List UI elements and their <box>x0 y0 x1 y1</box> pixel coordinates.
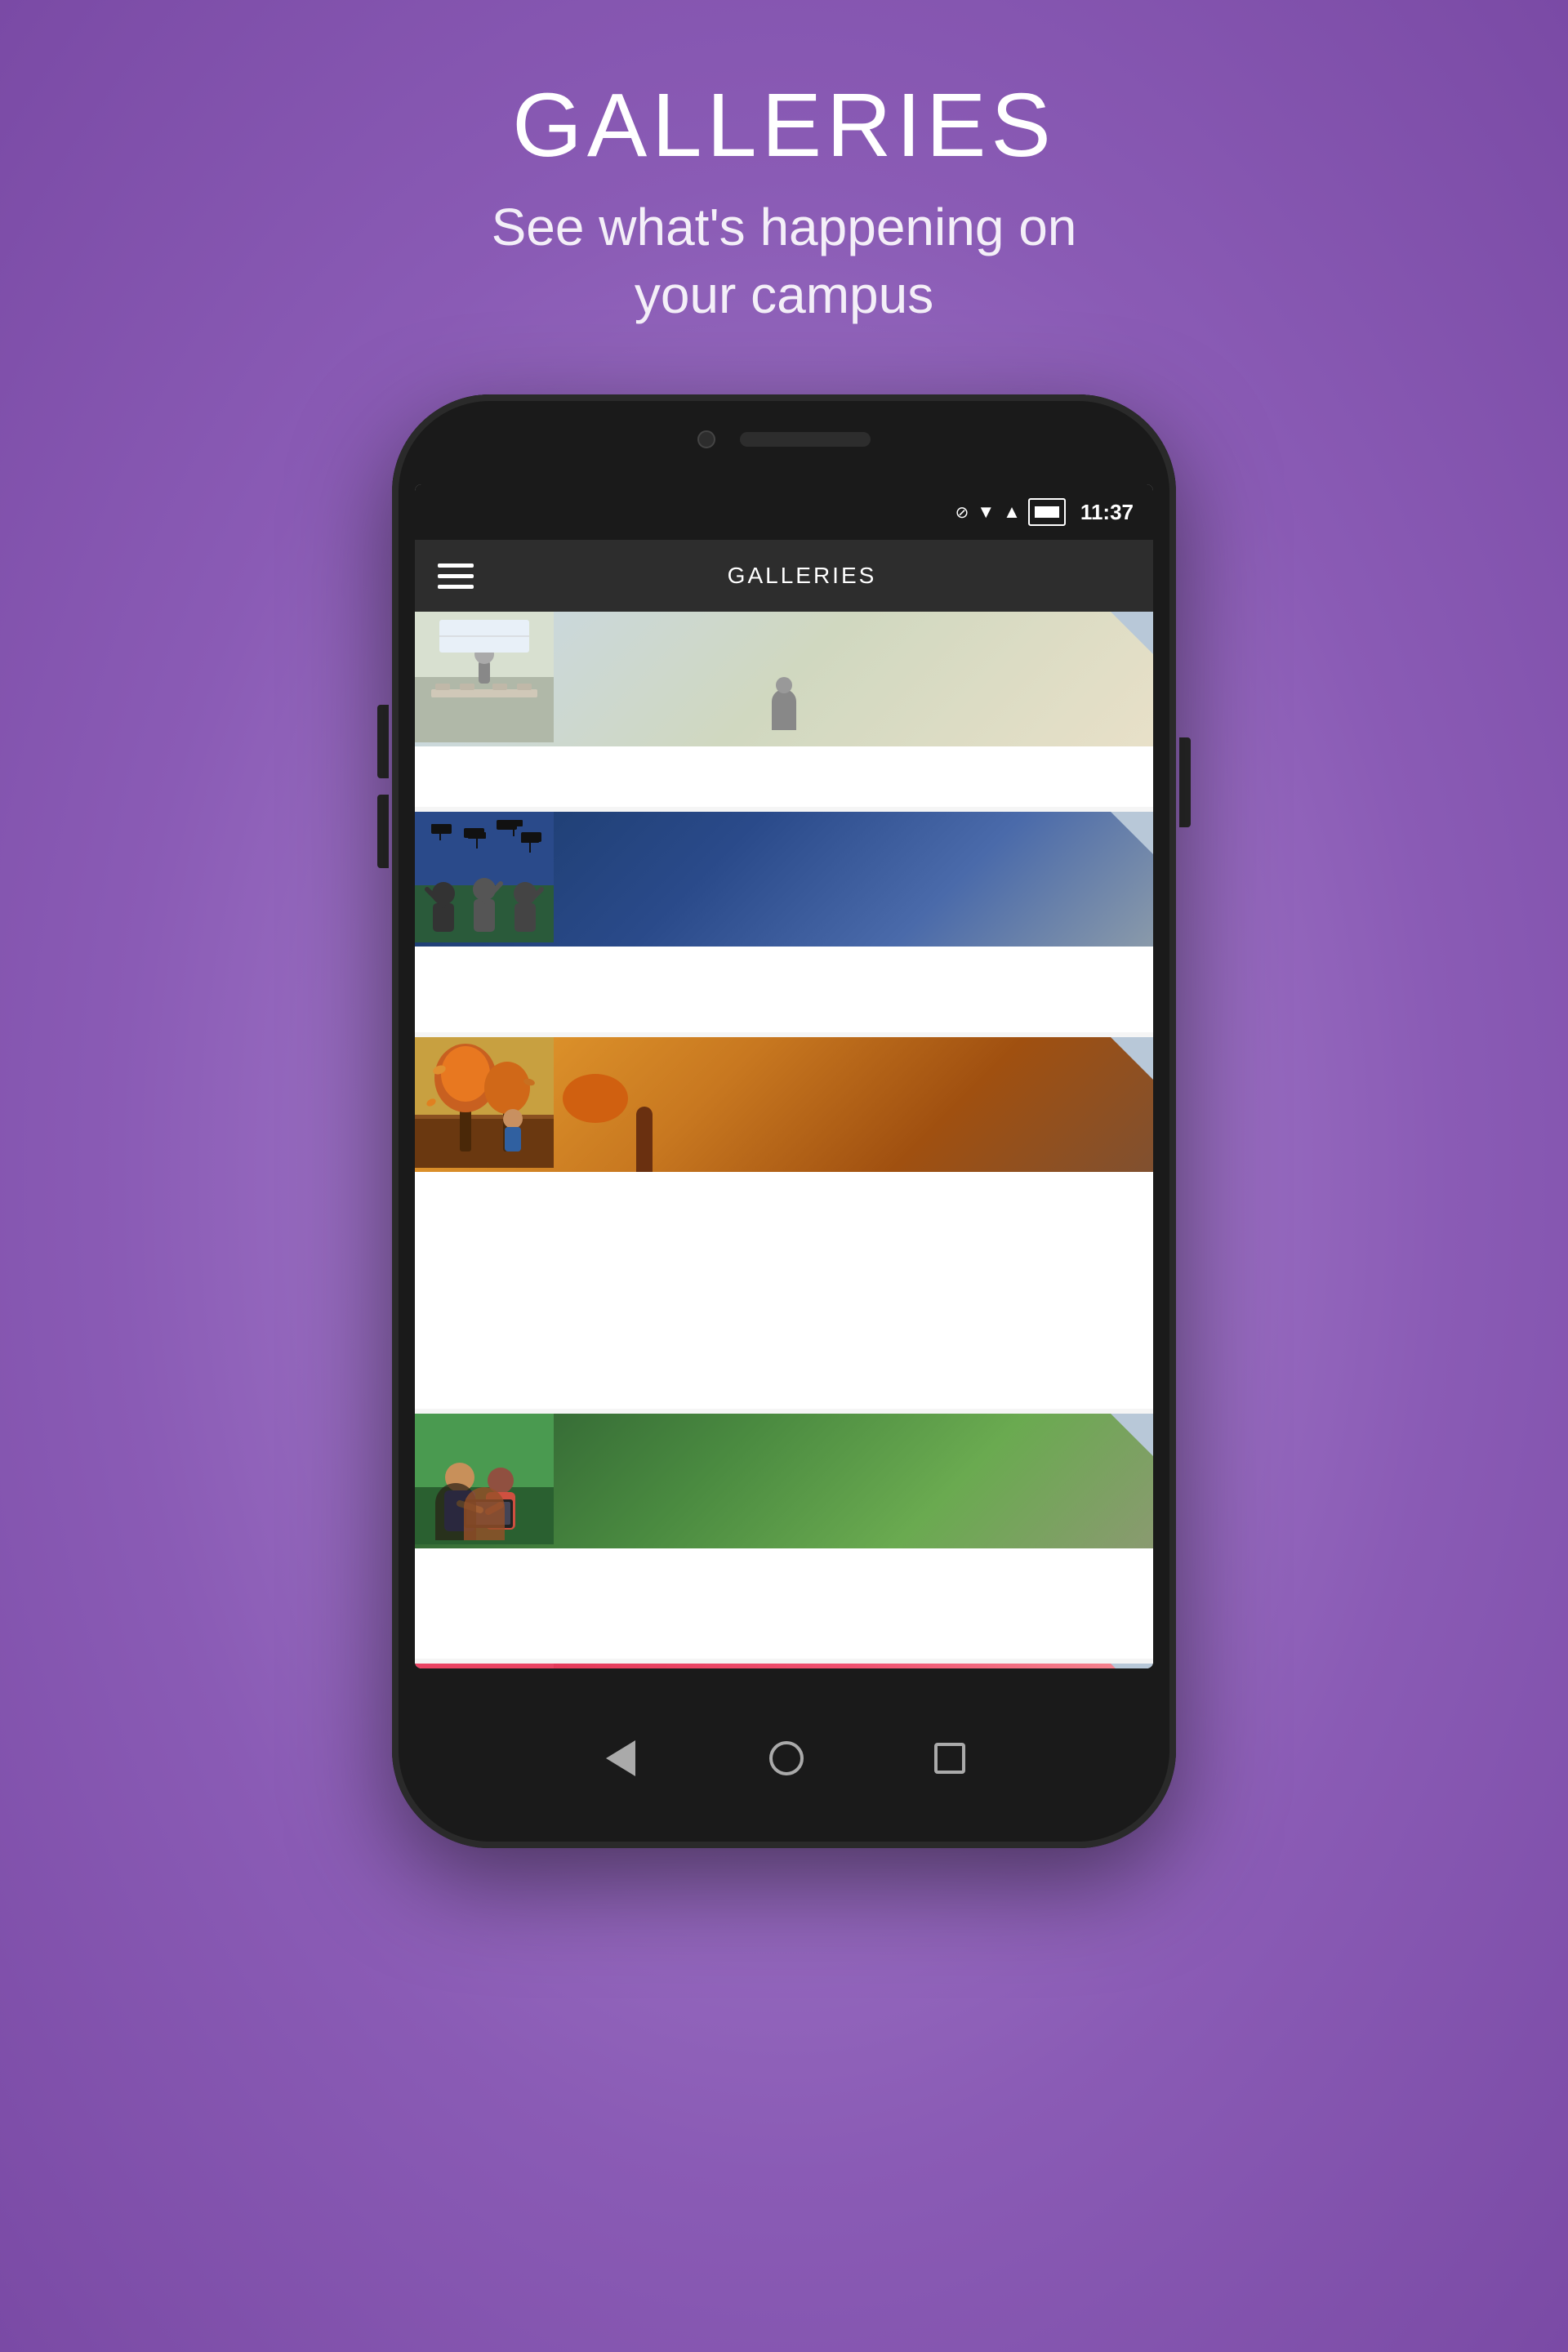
phone-top-area <box>392 394 1176 484</box>
page-subtitle: See what's happening onyour campus <box>492 194 1077 329</box>
volume-up-button <box>377 705 389 778</box>
phone-frame: ⊘ ▼ ▲ 11:37 <box>392 394 1176 1848</box>
list-item[interactable]: PEOPLE Who's who of administration staff… <box>415 1414 1153 1659</box>
people-thumbnail <box>415 1414 1153 1548</box>
list-item[interactable]: CONFERENCES Every year the college plays… <box>415 612 1153 807</box>
page-title: GALLERIES <box>512 74 1055 177</box>
graduation-thumbnail <box>415 812 1153 947</box>
front-camera <box>697 430 715 448</box>
fall-ribbon <box>1111 1037 1153 1080</box>
volume-down-button <box>377 795 389 868</box>
conferences-thumbnail <box>415 612 1153 746</box>
hamburger-line-2 <box>438 574 474 578</box>
toolbar-title: GALLERIES <box>474 563 1130 589</box>
home-button[interactable] <box>769 1741 804 1775</box>
recents-button[interactable] <box>934 1743 965 1774</box>
list-item[interactable]: FALL All work and no play is no fun! Her… <box>415 1037 1153 1409</box>
home-icon <box>769 1741 804 1775</box>
back-icon <box>606 1740 635 1776</box>
status-time: 11:37 <box>1080 500 1134 525</box>
conferences-ribbon <box>1111 612 1153 654</box>
back-button[interactable] <box>603 1744 639 1773</box>
phone-screen: ⊘ ▼ ▲ 11:37 <box>415 484 1153 1668</box>
app-toolbar: GALLERIES <box>415 540 1153 612</box>
graduation-ribbon <box>1111 812 1153 854</box>
no-signal-icon: ⊘ <box>956 502 969 523</box>
signal-icon: ▲ <box>1003 501 1020 523</box>
phone-bottom-nav <box>392 1668 1176 1848</box>
earpiece-speaker <box>740 432 871 447</box>
power-button <box>1179 737 1191 827</box>
hamburger-line-3 <box>438 585 474 589</box>
list-item[interactable]: GRADUATION This is what it's all about! … <box>415 812 1153 1032</box>
status-icons: ⊘ ▼ ▲ 11:37 <box>956 498 1134 526</box>
fall-thumbnail <box>415 1037 1153 1172</box>
status-bar: ⊘ ▼ ▲ 11:37 <box>415 484 1153 540</box>
phone-mockup: ⊘ ▼ ▲ 11:37 <box>392 394 1176 1848</box>
battery-icon <box>1028 498 1066 526</box>
wifi-icon: ▼ <box>977 501 995 523</box>
hamburger-menu-button[interactable] <box>438 564 474 589</box>
gallery-list[interactable]: CONFERENCES Every year the college plays… <box>415 612 1153 1668</box>
recents-icon <box>934 1743 965 1774</box>
hamburger-line-1 <box>438 564 474 568</box>
people-ribbon <box>1111 1414 1153 1456</box>
